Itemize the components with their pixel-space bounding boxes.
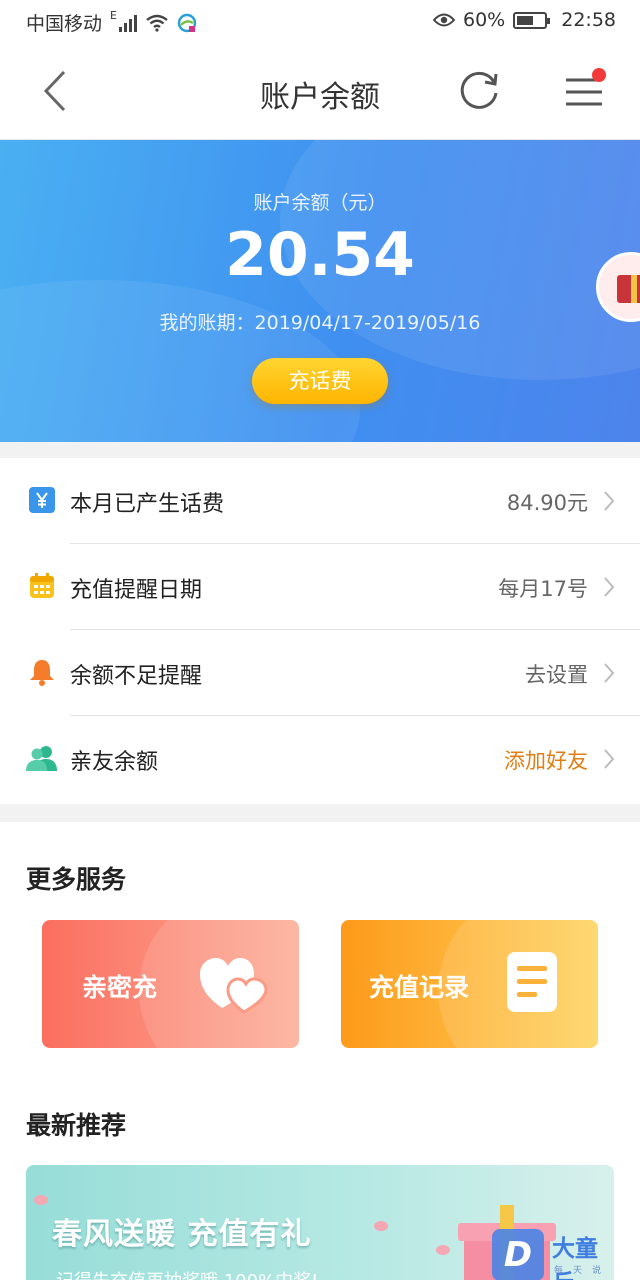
recharge-history-card[interactable]: 充值记录 xyxy=(341,920,598,1048)
list-item-value: 84.90元 xyxy=(506,491,588,515)
list-item-value: 去设置 xyxy=(525,663,588,687)
refresh-button[interactable] xyxy=(456,68,502,114)
chevron-right-icon xyxy=(604,491,615,511)
signal-icon xyxy=(118,14,137,32)
status-left: 中国移动 E xyxy=(26,9,197,36)
petal-decoration xyxy=(436,1245,450,1255)
status-right: 60% 22:58 xyxy=(433,9,616,31)
promo-title: 春风送暖 充值有礼 xyxy=(52,1217,312,1252)
page-title: 账户余额 xyxy=(260,80,380,115)
notification-dot xyxy=(592,68,606,82)
network-type: E xyxy=(110,9,117,22)
list-item-label: 充值提醒日期 xyxy=(70,578,203,603)
friends-icon xyxy=(26,746,57,771)
petal-decoration xyxy=(34,1195,48,1205)
card-label: 充值记录 xyxy=(369,973,470,1002)
add-friend-link[interactable]: 添加好友 xyxy=(504,745,588,775)
bell-icon xyxy=(30,660,54,686)
calendar-icon xyxy=(30,573,54,598)
menu-button[interactable] xyxy=(560,66,610,116)
watermark-letter: D xyxy=(492,1229,544,1280)
carrier-name: 中国移动 xyxy=(26,13,103,35)
list-item-low-balance-alert[interactable]: 余额不足提醒 去设置 xyxy=(0,630,640,716)
list-item-label: 余额不足提醒 xyxy=(70,664,203,689)
battery-percent: 60% xyxy=(463,9,506,31)
watermark-logo: D 大童丘 每天说 xyxy=(492,1229,612,1280)
list-item-value: 每月17号 xyxy=(498,577,588,601)
list-item-friends-balance[interactable]: 亲友余额 添加好友 xyxy=(0,716,640,802)
status-bar: 中国移动 E 60% 22:58 xyxy=(0,0,640,44)
list-item-recharge-reminder[interactable]: 充值提醒日期 每月17号 xyxy=(0,544,640,630)
balance-amount: 20.54 xyxy=(225,220,415,290)
balance-label: 账户余额（元） xyxy=(253,192,387,214)
account-info-list: 本月已产生话费 84.90元 充值提醒日期 每月17号 余额不足提醒 去设置 亲… xyxy=(0,458,640,804)
nav-bar: 账户余额 xyxy=(0,44,640,140)
chevron-right-icon xyxy=(604,663,615,683)
chevron-right-icon xyxy=(604,577,615,597)
eye-icon xyxy=(433,13,455,27)
chevron-right-icon xyxy=(604,749,615,769)
list-item-label: 亲友余额 xyxy=(70,750,159,775)
promo-subtitle: 记得先充值再抽奖哦 100%中奖! xyxy=(56,1267,318,1280)
hearts-icon xyxy=(200,958,268,1014)
balance-banner: 账户余额（元） 20.54 我的账期：2019/04/17-2019/05/16… xyxy=(0,140,640,442)
yuan-icon xyxy=(29,487,55,513)
clock: 22:58 xyxy=(561,9,616,31)
battery-icon xyxy=(513,11,551,29)
china-mobile-icon xyxy=(177,13,197,32)
gift-icon xyxy=(617,275,640,303)
card-label: 亲密充 xyxy=(82,973,158,1002)
document-icon xyxy=(507,952,557,1012)
watermark-small-text: 每天说 xyxy=(554,1266,612,1276)
section-title-more-services: 更多服务 xyxy=(26,865,127,894)
intimate-recharge-card[interactable]: 亲密充 xyxy=(42,920,299,1048)
list-item-monthly-charges[interactable]: 本月已产生话费 84.90元 xyxy=(0,458,640,544)
battery-fill xyxy=(517,15,533,25)
petal-decoration xyxy=(374,1221,388,1231)
list-item-label: 本月已产生话费 xyxy=(70,492,225,517)
section-title-recommend: 最新推荐 xyxy=(26,1111,127,1140)
billing-period: 我的账期：2019/04/17-2019/05/16 xyxy=(159,312,481,334)
promo-banner[interactable]: 春风送暖 充值有礼 记得先充值再抽奖哦 100%中奖! D 大童丘 每天说 xyxy=(26,1165,614,1280)
refresh-icon xyxy=(460,71,498,109)
recharge-button[interactable]: 充话费 xyxy=(252,358,388,404)
more-services-section: 更多服务 亲密充 充值记录 最新推荐 春风送暖 充值有礼 记得先充值再抽奖哦 1… xyxy=(0,822,640,1280)
wifi-icon xyxy=(146,14,168,32)
